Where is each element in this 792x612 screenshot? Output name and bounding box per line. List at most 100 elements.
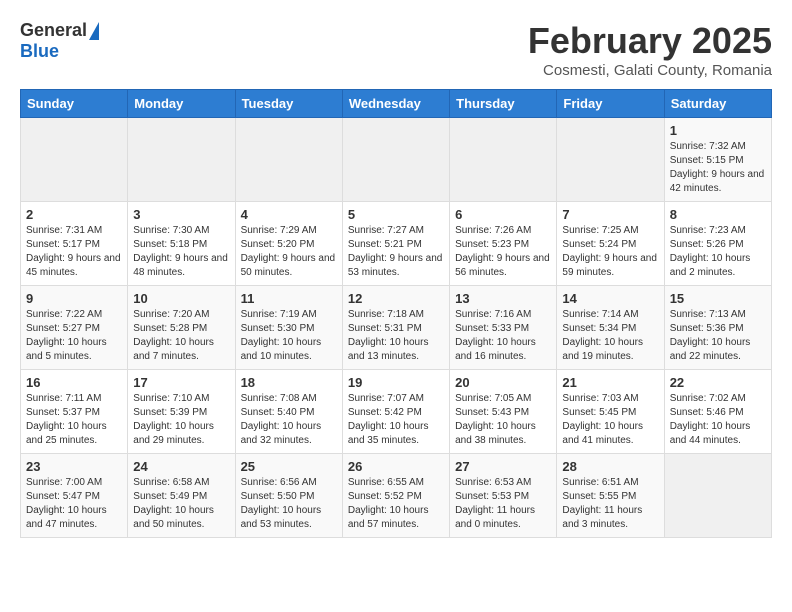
calendar-cell: 15 Sunrise: 7:13 AM Sunset: 5:36 PM Dayli… bbox=[664, 286, 771, 370]
day-number: 16 bbox=[26, 375, 122, 390]
title-area: February 2025 Cosmesti, Galati County, R… bbox=[528, 20, 772, 79]
logo: General Blue bbox=[20, 20, 99, 62]
day-info: Sunrise: 7:31 AM Sunset: 5:17 PM Dayligh… bbox=[26, 224, 122, 280]
day-info: Sunrise: 6:56 AM Sunset: 5:50 PM Dayligh… bbox=[241, 476, 337, 532]
calendar-cell: 23Sunrise: 7:00 AM Sunset: 5:47 PM Dayli… bbox=[21, 454, 128, 538]
day-number: 19 bbox=[348, 375, 444, 390]
calendar-cell: 6Sunrise: 7:26 AM Sunset: 5:23 PM Daylig… bbox=[450, 202, 557, 286]
day-number: 14 bbox=[562, 291, 658, 306]
calendar-cell: 22 Sunrise: 7:02 AM Sunset: 5:46 PM Dayli… bbox=[664, 370, 771, 454]
calendar-cell: 5 Sunrise: 7:27 AM Sunset: 5:21 PM Daylig… bbox=[342, 202, 449, 286]
calendar-cell bbox=[128, 118, 235, 202]
calendar-cell: 3 Sunrise: 7:30 AM Sunset: 5:18 PM Daylig… bbox=[128, 202, 235, 286]
day-of-week-sunday: Sunday bbox=[21, 90, 128, 118]
day-number: 22 bbox=[670, 375, 766, 390]
calendar-cell: 4 Sunrise: 7:29 AM Sunset: 5:20 PM Daylig… bbox=[235, 202, 342, 286]
header: General Blue February 2025 Cosmesti, Gal… bbox=[20, 20, 772, 79]
calendar-table: SundayMondayTuesdayWednesdayThursdayFrid… bbox=[20, 89, 772, 538]
day-info: Sunrise: 7:25 AM Sunset: 5:24 PM Dayligh… bbox=[562, 224, 658, 280]
calendar-cell bbox=[235, 118, 342, 202]
day-info: Sunrise: 7:08 AM Sunset: 5:40 PM Dayligh… bbox=[241, 392, 337, 448]
day-number: 23 bbox=[26, 459, 122, 474]
calendar-cell bbox=[557, 118, 664, 202]
day-number: 4 bbox=[241, 207, 337, 222]
day-info: Sunrise: 6:51 AM Sunset: 5:55 PM Dayligh… bbox=[562, 476, 658, 532]
calendar-cell: 14 Sunrise: 7:14 AM Sunset: 5:34 PM Dayli… bbox=[557, 286, 664, 370]
calendar-cell: 9 Sunrise: 7:22 AM Sunset: 5:27 PM Daylig… bbox=[21, 286, 128, 370]
day-number: 21 bbox=[562, 375, 658, 390]
day-number: 2 bbox=[26, 207, 122, 222]
day-info: Sunrise: 7:02 AM Sunset: 5:46 PM Dayligh… bbox=[670, 392, 766, 448]
calendar-cell: 19 Sunrise: 7:07 AM Sunset: 5:42 PM Dayli… bbox=[342, 370, 449, 454]
logo-general-text: General bbox=[20, 20, 87, 41]
day-info: Sunrise: 7:14 AM Sunset: 5:34 PM Dayligh… bbox=[562, 308, 658, 364]
calendar-cell: 10Sunrise: 7:20 AM Sunset: 5:28 PM Dayli… bbox=[128, 286, 235, 370]
calendar-cell: 11Sunrise: 7:19 AM Sunset: 5:30 PM Dayli… bbox=[235, 286, 342, 370]
day-of-week-tuesday: Tuesday bbox=[235, 90, 342, 118]
day-info: Sunrise: 7:22 AM Sunset: 5:27 PM Dayligh… bbox=[26, 308, 122, 364]
day-info: Sunrise: 7:13 AM Sunset: 5:36 PM Dayligh… bbox=[670, 308, 766, 364]
day-info: Sunrise: 6:55 AM Sunset: 5:52 PM Dayligh… bbox=[348, 476, 444, 532]
day-number: 27 bbox=[455, 459, 551, 474]
calendar-cell: 26 Sunrise: 6:55 AM Sunset: 5:52 PM Dayli… bbox=[342, 454, 449, 538]
day-of-week-friday: Friday bbox=[557, 90, 664, 118]
logo-blue-text: Blue bbox=[20, 41, 59, 62]
calendar-cell bbox=[342, 118, 449, 202]
day-info: Sunrise: 7:10 AM Sunset: 5:39 PM Dayligh… bbox=[133, 392, 229, 448]
calendar-cell: 25 Sunrise: 6:56 AM Sunset: 5:50 PM Dayli… bbox=[235, 454, 342, 538]
day-info: Sunrise: 7:03 AM Sunset: 5:45 PM Dayligh… bbox=[562, 392, 658, 448]
day-number: 17 bbox=[133, 375, 229, 390]
day-info: Sunrise: 7:18 AM Sunset: 5:31 PM Dayligh… bbox=[348, 308, 444, 364]
day-info: Sunrise: 7:07 AM Sunset: 5:42 PM Dayligh… bbox=[348, 392, 444, 448]
day-number: 15 bbox=[670, 291, 766, 306]
day-of-week-monday: Monday bbox=[128, 90, 235, 118]
day-of-week-wednesday: Wednesday bbox=[342, 90, 449, 118]
day-number: 20 bbox=[455, 375, 551, 390]
calendar-week-4: 16 Sunrise: 7:11 AM Sunset: 5:37 PM Dayli… bbox=[21, 370, 772, 454]
calendar-cell: 7Sunrise: 7:25 AM Sunset: 5:24 PM Daylig… bbox=[557, 202, 664, 286]
day-info: Sunrise: 7:05 AM Sunset: 5:43 PM Dayligh… bbox=[455, 392, 551, 448]
day-number: 3 bbox=[133, 207, 229, 222]
day-of-week-thursday: Thursday bbox=[450, 90, 557, 118]
calendar-cell: 13Sunrise: 7:16 AM Sunset: 5:33 PM Dayli… bbox=[450, 286, 557, 370]
logo-triangle-icon bbox=[89, 22, 99, 40]
calendar-week-5: 23Sunrise: 7:00 AM Sunset: 5:47 PM Dayli… bbox=[21, 454, 772, 538]
calendar-cell bbox=[450, 118, 557, 202]
day-info: Sunrise: 6:58 AM Sunset: 5:49 PM Dayligh… bbox=[133, 476, 229, 532]
calendar-body: 1 Sunrise: 7:32 AM Sunset: 5:15 PM Daylig… bbox=[21, 118, 772, 538]
day-number: 28 bbox=[562, 459, 658, 474]
calendar-week-1: 1 Sunrise: 7:32 AM Sunset: 5:15 PM Daylig… bbox=[21, 118, 772, 202]
calendar-header: SundayMondayTuesdayWednesdayThursdayFrid… bbox=[21, 90, 772, 118]
calendar-cell: 1 Sunrise: 7:32 AM Sunset: 5:15 PM Daylig… bbox=[664, 118, 771, 202]
day-info: Sunrise: 6:53 AM Sunset: 5:53 PM Dayligh… bbox=[455, 476, 551, 532]
day-info: Sunrise: 7:30 AM Sunset: 5:18 PM Dayligh… bbox=[133, 224, 229, 280]
day-number: 11 bbox=[241, 291, 337, 306]
day-number: 5 bbox=[348, 207, 444, 222]
day-number: 1 bbox=[670, 123, 766, 138]
day-info: Sunrise: 7:23 AM Sunset: 5:26 PM Dayligh… bbox=[670, 224, 766, 280]
day-number: 26 bbox=[348, 459, 444, 474]
calendar-cell: 20 Sunrise: 7:05 AM Sunset: 5:43 PM Dayli… bbox=[450, 370, 557, 454]
day-number: 18 bbox=[241, 375, 337, 390]
day-info: Sunrise: 7:16 AM Sunset: 5:33 PM Dayligh… bbox=[455, 308, 551, 364]
day-info: Sunrise: 7:26 AM Sunset: 5:23 PM Dayligh… bbox=[455, 224, 551, 280]
calendar-cell: 18 Sunrise: 7:08 AM Sunset: 5:40 PM Dayli… bbox=[235, 370, 342, 454]
day-info: Sunrise: 7:20 AM Sunset: 5:28 PM Dayligh… bbox=[133, 308, 229, 364]
day-number: 8 bbox=[670, 207, 766, 222]
calendar-cell: 28 Sunrise: 6:51 AM Sunset: 5:55 PM Dayli… bbox=[557, 454, 664, 538]
calendar-cell: 2 Sunrise: 7:31 AM Sunset: 5:17 PM Daylig… bbox=[21, 202, 128, 286]
calendar-cell bbox=[664, 454, 771, 538]
day-info: Sunrise: 7:32 AM Sunset: 5:15 PM Dayligh… bbox=[670, 140, 766, 196]
day-number: 9 bbox=[26, 291, 122, 306]
calendar-cell: 12Sunrise: 7:18 AM Sunset: 5:31 PM Dayli… bbox=[342, 286, 449, 370]
day-info: Sunrise: 7:11 AM Sunset: 5:37 PM Dayligh… bbox=[26, 392, 122, 448]
calendar-cell: 8 Sunrise: 7:23 AM Sunset: 5:26 PM Daylig… bbox=[664, 202, 771, 286]
calendar-title: February 2025 bbox=[528, 20, 772, 62]
calendar-cell: 21 Sunrise: 7:03 AM Sunset: 5:45 PM Dayli… bbox=[557, 370, 664, 454]
calendar-week-3: 9 Sunrise: 7:22 AM Sunset: 5:27 PM Daylig… bbox=[21, 286, 772, 370]
calendar-subtitle: Cosmesti, Galati County, Romania bbox=[528, 62, 772, 79]
day-info: Sunrise: 7:27 AM Sunset: 5:21 PM Dayligh… bbox=[348, 224, 444, 280]
day-info: Sunrise: 7:29 AM Sunset: 5:20 PM Dayligh… bbox=[241, 224, 337, 280]
calendar-cell: 27 Sunrise: 6:53 AM Sunset: 5:53 PM Dayli… bbox=[450, 454, 557, 538]
day-number: 25 bbox=[241, 459, 337, 474]
